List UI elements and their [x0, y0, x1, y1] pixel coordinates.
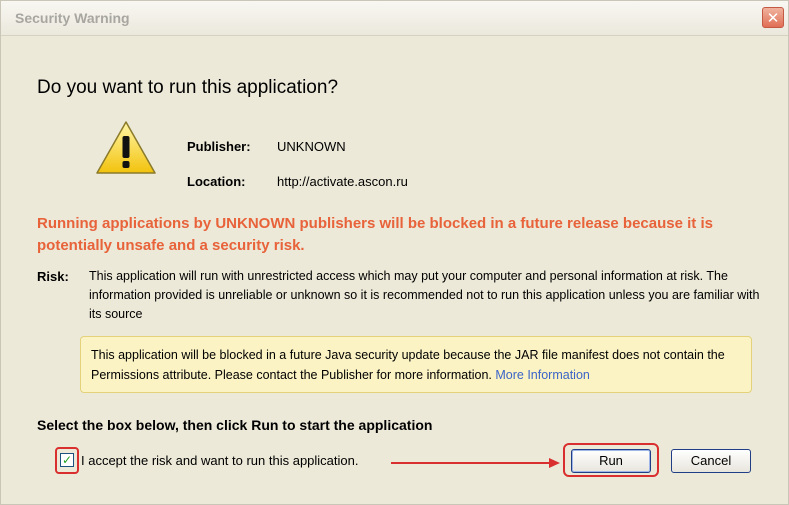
publisher-value: UNKNOWN: [277, 139, 346, 154]
security-warning-dialog: Security Warning ✕ Do you want to run th…: [0, 0, 789, 505]
close-button[interactable]: ✕: [762, 7, 784, 28]
risk-description: This application will run with unrestric…: [89, 269, 760, 321]
close-icon: ✕: [766, 9, 780, 27]
publisher-label: Publisher:: [187, 139, 251, 154]
instruction-text: Select the box below, then click Run to …: [37, 417, 433, 433]
title-bar[interactable]: Security Warning ✕: [1, 1, 788, 36]
dialog-heading: Do you want to run this application?: [37, 77, 339, 98]
blocked-warning-text: Running applications by UNKNOWN publishe…: [37, 215, 713, 254]
permissions-notice: This application will be blocked in a fu…: [80, 336, 752, 393]
window-title: Security Warning: [15, 10, 130, 26]
cancel-button[interactable]: Cancel: [671, 449, 751, 473]
more-information-link[interactable]: More Information: [495, 368, 589, 382]
location-value: http://activate.ascon.ru: [277, 174, 408, 189]
accept-risk-checkbox[interactable]: ✓: [60, 453, 74, 467]
warning-triangle-icon: [96, 121, 156, 174]
run-button[interactable]: Run: [571, 449, 651, 473]
accept-risk-label[interactable]: I accept the risk and want to run this a…: [81, 453, 359, 468]
checkmark-icon: ✓: [61, 453, 73, 467]
notice-text: This application will be blocked in a fu…: [91, 348, 725, 382]
arrow-right-icon: [391, 458, 560, 468]
location-label: Location:: [187, 174, 246, 189]
risk-label: Risk:: [37, 269, 69, 284]
